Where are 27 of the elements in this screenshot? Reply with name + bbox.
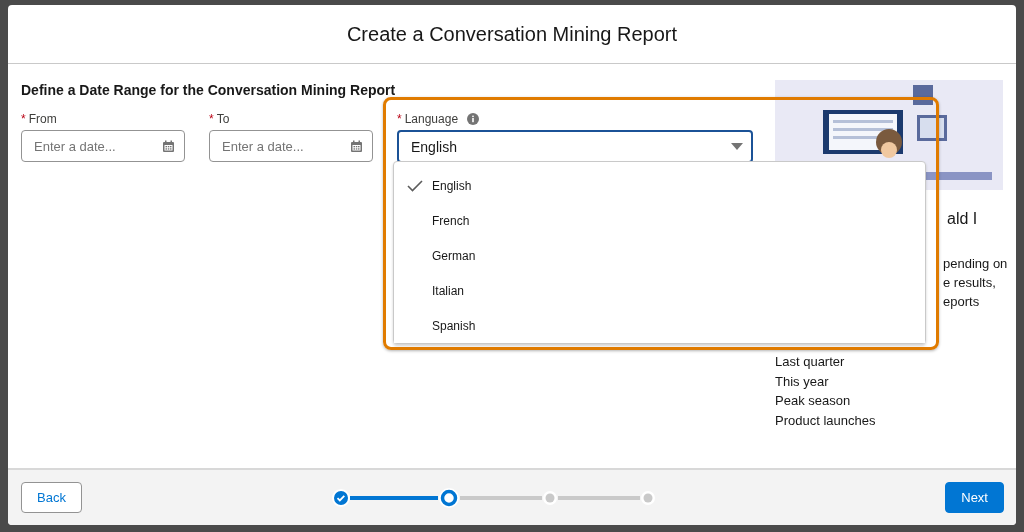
- language-option[interactable]: Italian: [394, 273, 925, 308]
- help-heading: ald I: [946, 210, 979, 228]
- calendar-icon[interactable]: [162, 140, 175, 153]
- modal-title: Create a Conversation Mining Report: [346, 22, 678, 46]
- field-label: * From: [21, 112, 58, 126]
- help-text: e results,: [942, 274, 996, 292]
- language-option[interactable]: French: [394, 203, 925, 238]
- date-field[interactable]: Enter a date...: [209, 130, 373, 162]
- language-option[interactable]: Spanish: [394, 308, 925, 343]
- dropdown-caret-icon: [731, 143, 743, 150]
- next-button[interactable]: Next: [945, 482, 1004, 513]
- help-text: eports: [942, 293, 980, 311]
- example-item: This year: [775, 372, 830, 391]
- example-item: Product launches: [775, 411, 877, 430]
- checkmark-icon: [407, 179, 423, 192]
- section-title: Define a Date Range for the Conversation Mining Report: [21, 82, 397, 98]
- help-text: pending on: [942, 255, 1008, 273]
- language-option[interactable]: German: [394, 238, 925, 273]
- language-option[interactable]: English: [394, 168, 925, 203]
- calendar-icon[interactable]: [350, 140, 363, 153]
- field-label: * To: [209, 112, 231, 126]
- field-label: * Language: [397, 112, 753, 126]
- example-item: Peak season: [775, 392, 852, 410]
- example-item: Last quarter: [775, 353, 846, 371]
- info-icon[interactable]: [467, 113, 480, 125]
- date-field[interactable]: Enter a date...: [21, 130, 185, 162]
- back-button[interactable]: Back: [21, 482, 82, 513]
